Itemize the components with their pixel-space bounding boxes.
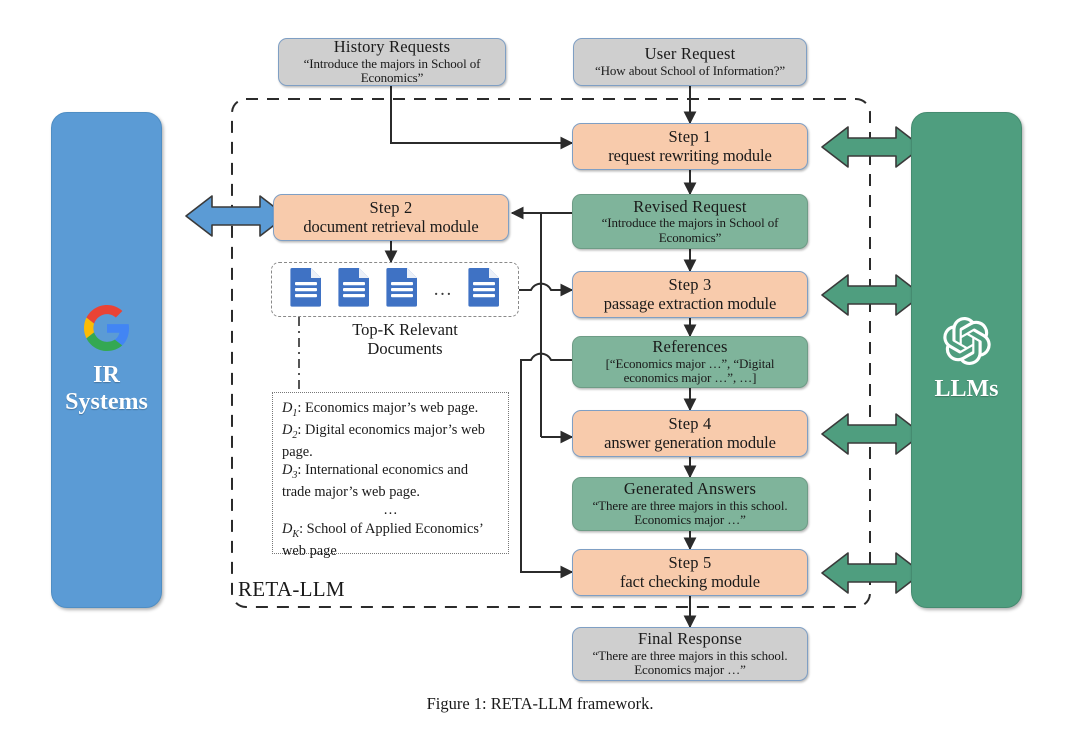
step5-subtitle: fact checking module [619, 571, 761, 591]
reta-llm-boundary-label: RETA-LLM [238, 577, 345, 601]
bidirectional-arrow-ir [185, 195, 287, 237]
step1-title: Step 1 [668, 127, 712, 147]
figure-caption: Figure 1: RETA-LLM framework. [426, 694, 654, 713]
node-history-requests[interactable]: History Requests “Introduce the majors i… [278, 37, 506, 86]
document-list-item: DK: School of Applied Economics’ web pag… [282, 520, 500, 560]
openai-logo [942, 317, 991, 370]
node-user-request[interactable]: User Request “How about School of Inform… [573, 38, 807, 86]
panel-llms-label: LLMs [934, 376, 998, 403]
doc-key-2: D2 [282, 421, 298, 441]
step3-title: Step 3 [668, 275, 712, 295]
top-k-label-line1: Top-K Relevant [352, 320, 458, 339]
step2-subtitle: document retrieval module [303, 216, 479, 236]
document-list-item: D3: International economics and trade ma… [282, 461, 500, 501]
doc-key-1: D1 [282, 400, 298, 419]
doc-text-1: : Economics major’s web page. [297, 400, 479, 416]
step2-title: Step 2 [369, 198, 413, 218]
panel-ir-label: IR Systems [65, 362, 148, 416]
panel-llms-label-line1: LLMs [934, 376, 999, 403]
node-step2[interactable]: Step 2 document retrieval module [273, 194, 509, 241]
bidirectional-arrow-llm-2 [821, 274, 923, 316]
node-step4[interactable]: Step 4 answer generation module [572, 410, 808, 457]
references-text: [“Economics major …”, “Digital economics… [605, 355, 775, 386]
panel-ir-label-line2: Systems [65, 388, 148, 415]
node-final-response[interactable]: Final Response “There are three majors i… [572, 627, 808, 681]
bidirectional-arrow-llm-4 [821, 552, 923, 594]
top-k-label-line2: Documents [367, 339, 443, 359]
node-generated-answers[interactable]: Generated Answers “There are three major… [572, 477, 808, 531]
node-references[interactable]: References [“Economics major …”, “Digita… [572, 336, 808, 388]
final-response-text: “There are three majors in this school. … [592, 647, 788, 678]
doc-text-k: : School of Applied Economics’ web page [282, 521, 483, 559]
step1-subtitle: request rewriting module [608, 145, 772, 165]
history-requests-text: “Introduce the majors in School of Econo… [303, 55, 481, 86]
doc-key-k: DK [282, 521, 300, 540]
references-title: References [652, 337, 728, 357]
document-icon-3 [385, 267, 419, 312]
history-requests-title: History Requests [333, 37, 451, 57]
top-k-documents-bay[interactable]: … [271, 262, 519, 317]
doc-text-2: : Digital economics major’s web page. [282, 421, 485, 460]
google-g-logo [83, 304, 130, 356]
generated-answers-title: Generated Answers [623, 479, 757, 499]
panel-llms[interactable]: LLMs [911, 112, 1022, 608]
node-step5[interactable]: Step 5 fact checking module [572, 549, 808, 596]
document-icon-2 [337, 267, 371, 312]
document-list-item: D2: Digital economics major’s web page. [282, 421, 500, 461]
step4-subtitle: answer generation module [604, 432, 776, 452]
revised-request-text: “Introduce the majors in School of Econo… [601, 215, 779, 245]
user-request-text: “How about School of Information?” [594, 62, 786, 78]
document-list-item: D1: Economics major’s web page. [282, 399, 500, 421]
doc-key-3: D3 [282, 462, 298, 481]
final-response-title: Final Response [637, 629, 743, 649]
panel-ir-label-line1: IR [93, 361, 120, 388]
node-step3[interactable]: Step 3 passage extraction module [572, 271, 808, 318]
bidirectional-arrow-llm-3 [821, 413, 923, 455]
figure-canvas: IR Systems LLMs History Requests “Introd… [0, 0, 1080, 742]
node-revised-request[interactable]: Revised Request “Introduce the majors in… [572, 194, 808, 249]
document-list-box: D1: Economics major’s web page. D2: Digi… [272, 392, 509, 559]
step5-title: Step 5 [668, 553, 712, 573]
doc-list-ellipsis: … [383, 502, 399, 519]
documents-ellipsis: … [433, 278, 453, 300]
document-icon-1 [289, 267, 323, 312]
top-k-documents-label: Top-K Relevant Documents [305, 320, 505, 359]
document-icon-k [467, 267, 501, 312]
generated-answers-text: “There are three majors in this school. … [592, 497, 788, 528]
panel-ir-systems[interactable]: IR Systems [51, 112, 162, 608]
node-step1[interactable]: Step 1 request rewriting module [572, 123, 808, 170]
user-request-title: User Request [644, 44, 736, 64]
step3-subtitle: passage extraction module [603, 293, 777, 313]
bidirectional-arrow-llm-1 [821, 126, 923, 168]
doc-text-3: : International economics and trade majo… [282, 462, 469, 500]
revised-request-title: Revised Request [633, 196, 747, 216]
step4-title: Step 4 [668, 414, 712, 434]
